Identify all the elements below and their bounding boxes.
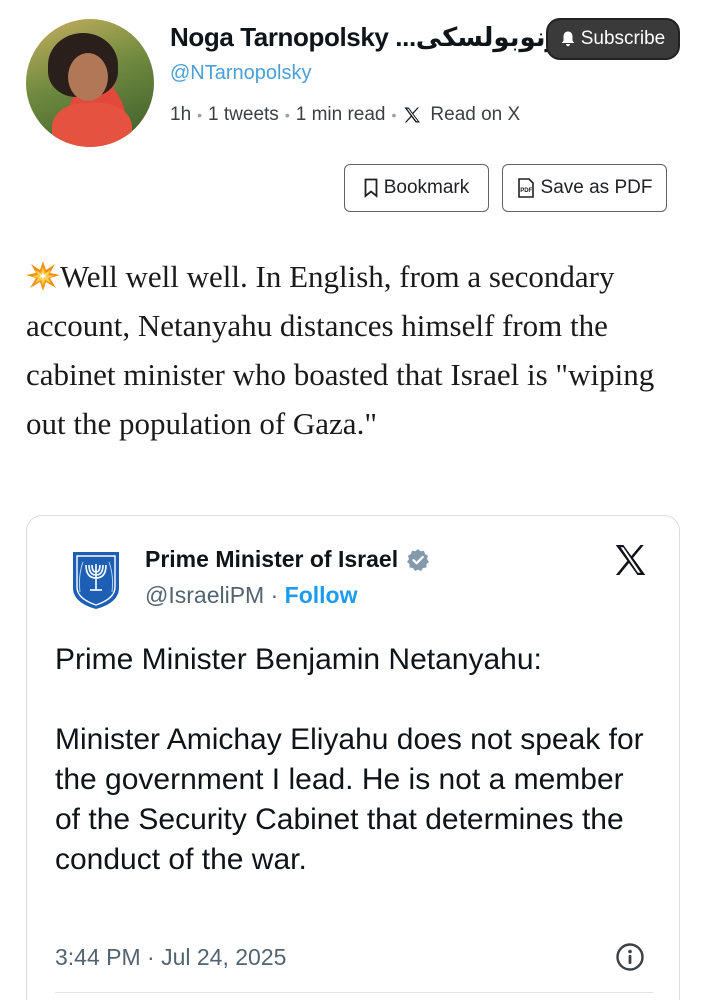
- embed-paragraph: Prime Minister Benjamin Netanyahu:: [55, 643, 542, 676]
- meta-separator: •: [284, 107, 290, 123]
- embed-handle[interactable]: @IsraeliPM: [145, 582, 264, 608]
- embed-paragraph: Minister Amichay Eliyahu does not speak …: [55, 723, 644, 876]
- embed-separator: ·: [270, 582, 279, 608]
- subscribe-button[interactable]: Subscribe: [546, 18, 680, 60]
- meta-tweet-count: 1 tweets: [208, 104, 279, 125]
- author-avatar[interactable]: [26, 19, 154, 147]
- author-name[interactable]: Noga Tarnopolsky ...ترنوبولسكى: [170, 22, 572, 53]
- bookmark-button[interactable]: Bookmark: [344, 164, 489, 212]
- svg-text:PDF: PDF: [520, 188, 532, 194]
- tweet-body: Well well well. In English, from a secon…: [26, 252, 686, 448]
- verified-badge-icon: [407, 548, 430, 571]
- tweet-meta: 1h • 1 tweets • 1 min read • Read on X: [170, 104, 520, 126]
- embed-author-name[interactable]: Prime Minister of Israel: [145, 546, 430, 573]
- subscribe-label: Subscribe: [580, 28, 666, 49]
- bell-icon: [561, 31, 574, 47]
- embed-divider: [55, 992, 653, 993]
- save-pdf-label: Save as PDF: [540, 177, 653, 198]
- meta-separator: •: [197, 107, 203, 123]
- meta-age: 1h: [170, 104, 192, 125]
- bookmark-label: Bookmark: [383, 177, 470, 198]
- x-logo-icon: [404, 107, 421, 123]
- author-handle[interactable]: @NTarnopolsky: [170, 62, 311, 85]
- read-on-x-label: Read on X: [430, 104, 521, 125]
- info-icon[interactable]: [615, 942, 645, 972]
- collision-emoji-icon: [26, 261, 60, 291]
- embed-author-name-text: Prime Minister of Israel: [145, 546, 399, 572]
- follow-link[interactable]: Follow: [285, 582, 358, 608]
- read-on-x-link[interactable]: Read on X: [402, 104, 520, 126]
- save-pdf-button[interactable]: PDF Save as PDF: [502, 164, 667, 212]
- meta-read-time: 1 min read: [295, 104, 386, 125]
- x-logo-icon[interactable]: [611, 542, 649, 578]
- pdf-file-icon: PDF: [517, 178, 534, 198]
- embed-timestamp[interactable]: 3:44 PM · Jul 24, 2025: [55, 944, 286, 971]
- embedded-tweet[interactable]: Prime Minister of Israel @IsraeliPM · Fo…: [26, 515, 680, 1000]
- embed-handle-line: @IsraeliPM · Follow: [145, 582, 357, 609]
- avatar-shirt: [52, 103, 132, 147]
- tweet-text: Well well well. In English, from a secon…: [26, 259, 655, 441]
- embed-tweet-body: Prime Minister Benjamin Netanyahu: Minis…: [55, 640, 655, 880]
- avatar-face: [68, 53, 108, 101]
- emblem-of-israel-icon: [73, 552, 119, 609]
- bookmark-icon: [364, 178, 378, 198]
- meta-separator: •: [391, 107, 397, 123]
